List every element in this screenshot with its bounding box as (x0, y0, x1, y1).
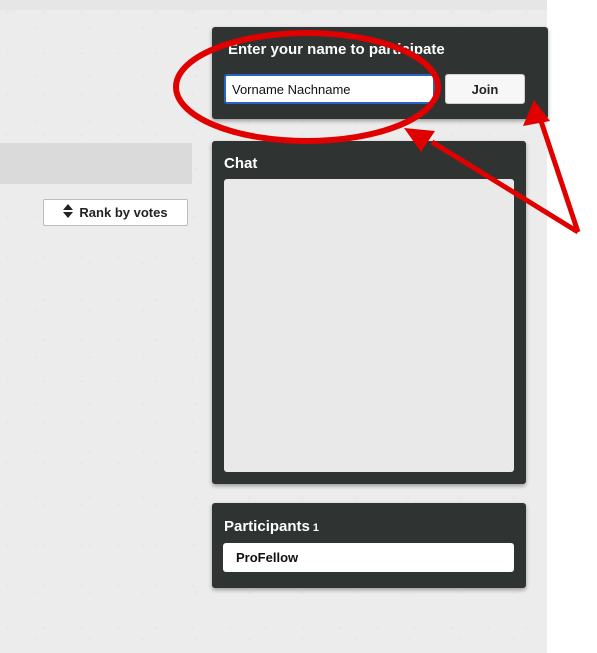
chat-panel-title: Chat (224, 155, 258, 172)
participants-title-text: Participants (224, 518, 310, 535)
rank-by-votes-button[interactable]: Rank by votes (43, 199, 188, 226)
participants-count: 1 (312, 522, 319, 534)
sort-updown-icon (63, 204, 74, 221)
participant-item: ProFellow (223, 543, 514, 572)
join-panel: Enter your name to participate Join (212, 27, 548, 119)
rank-by-votes-label: Rank by votes (79, 205, 168, 220)
content-header-bar (0, 143, 192, 184)
participants-panel-title: Participants 1 (224, 518, 319, 535)
join-panel-title: Enter your name to participate (228, 41, 445, 58)
top-strip (0, 0, 547, 10)
chat-panel: Chat (212, 141, 526, 484)
join-button[interactable]: Join (445, 74, 525, 104)
chat-messages-area[interactable] (224, 179, 514, 472)
participants-panel: Participants 1 ProFellow (212, 503, 526, 588)
name-input[interactable] (224, 74, 435, 104)
